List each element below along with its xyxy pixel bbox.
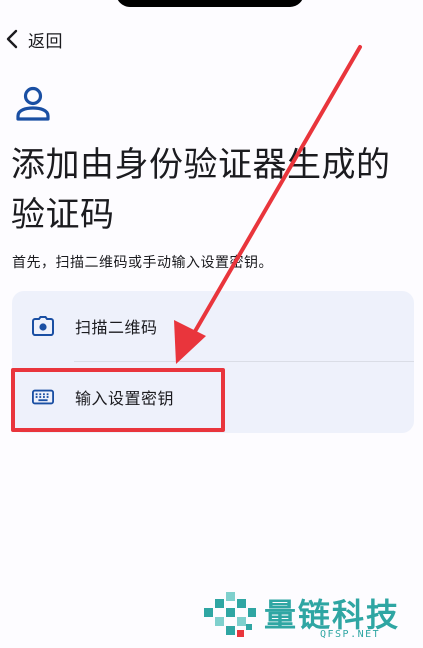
screen: 返回 添加由身份验证器生成的验证码 首先，扫描二维码或手动输入设置密钥。 扫描二…	[0, 0, 423, 648]
back-label: 返回	[28, 31, 63, 52]
option-label: 扫描二维码	[75, 318, 158, 337]
back-button[interactable]: 返回	[4, 25, 63, 53]
brand-domain: QFSP.NET	[320, 629, 381, 640]
person-icon	[16, 86, 50, 121]
page-title: 添加由身份验证器生成的验证码	[11, 145, 391, 235]
page-subtitle: 首先，扫描二维码或手动输入设置密钥。	[12, 255, 273, 271]
option-scan-qr[interactable]: 扫描二维码	[12, 291, 414, 361]
camera-notch	[116, 0, 304, 7]
brand-logo	[204, 592, 256, 637]
chevron-left-icon	[6, 29, 18, 49]
watermark: 量链科技 QFSP.NET	[200, 588, 422, 644]
highlight-box	[11, 368, 225, 432]
camera-icon	[32, 315, 54, 337]
